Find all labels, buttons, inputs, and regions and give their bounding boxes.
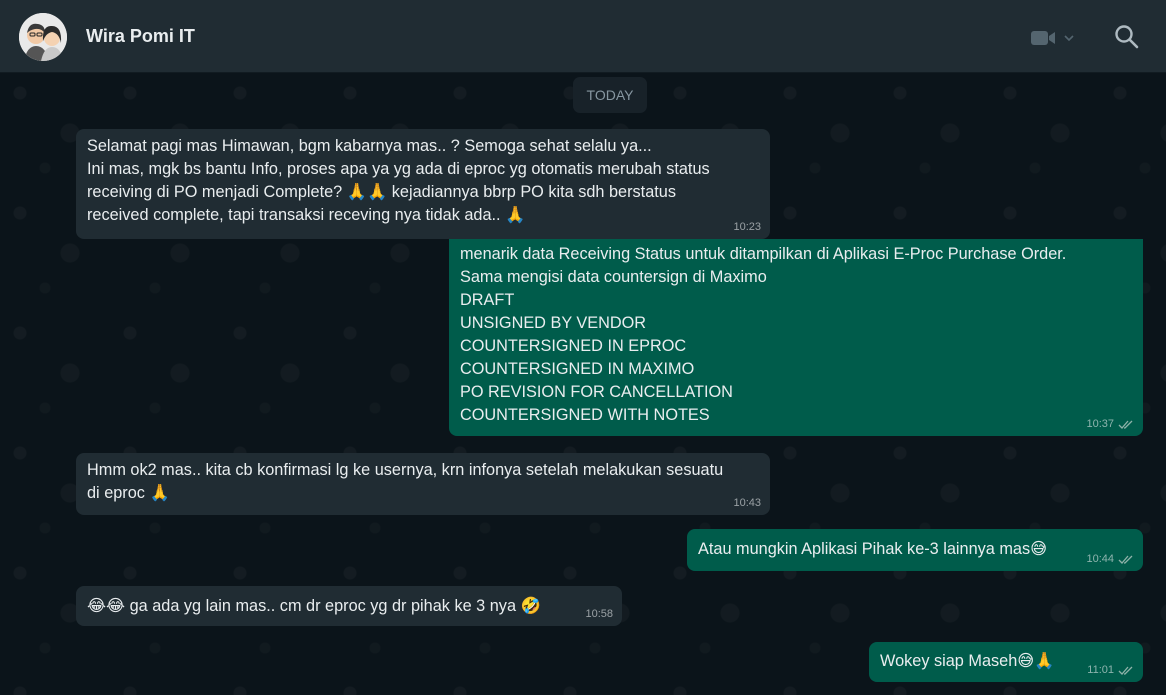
message-text-line: COUNTERSIGNED IN EPROC (460, 337, 687, 355)
message-text-line: di eproc 🙏 (87, 484, 170, 502)
search-icon (1115, 25, 1139, 49)
message-time: 11:01 (1087, 664, 1114, 676)
double-check-icon (1118, 555, 1133, 564)
message-meta: 10:58 (585, 607, 613, 621)
message-meta: 10:37 (1086, 417, 1134, 431)
message-meta: 11:01 (1087, 663, 1134, 677)
message-meta: 10:44 (1086, 552, 1134, 566)
outgoing-message[interactable]: Wokey siap Maseh😅🙏 11:01 (869, 642, 1143, 682)
message-time: 10:58 (585, 608, 613, 620)
message-text-line: received complete, tapi transaksi recevi… (87, 206, 526, 224)
date-chip: TODAY (573, 77, 647, 113)
incoming-message[interactable]: 😂😂 ga ada yg lain mas.. cm dr eproc yg d… (76, 586, 622, 626)
search-button[interactable] (1114, 24, 1140, 50)
message-text-line: Hmm ok2 mas.. kita cb konfirmasi lg ke u… (87, 461, 724, 479)
incoming-message[interactable]: Selamat pagi mas Himawan, bgm kabarnya m… (76, 129, 770, 239)
contact-name[interactable]: Wira Pomi IT (86, 26, 195, 47)
video-camera-icon (1031, 31, 1055, 45)
contact-avatar[interactable] (19, 13, 67, 61)
message-text-line: 😂😂 ga ada yg lain mas.. cm dr eproc yg d… (87, 597, 541, 615)
video-call-button[interactable] (1030, 26, 1080, 50)
message-time: 10:43 (733, 497, 761, 509)
chat-panel[interactable]: TODAY Selamat pagi mas Himawan, bgm kaba… (0, 73, 1166, 695)
message-time: 10:44 (1086, 553, 1114, 565)
message-meta: 10:23 (733, 220, 761, 234)
message-text-line: DRAFT (460, 291, 515, 309)
message-text-line: Atau mungkin Aplikasi Pihak ke-3 lainnya… (698, 540, 1048, 558)
message-text-line: COUNTERSIGNED IN MAXIMO (460, 360, 695, 378)
message-text-line: Sama mengisi data countersign di Maximo (460, 268, 767, 286)
message-text-line: COUNTERSIGNED WITH NOTES (460, 406, 710, 424)
double-check-icon (1118, 420, 1133, 429)
message-meta: 10:43 (733, 496, 761, 510)
message-text-line: receiving di PO menjadi Complete? 🙏🙏 kej… (87, 183, 676, 201)
message-text-line: UNSIGNED BY VENDOR (460, 314, 647, 332)
message-text-line: Selamat pagi mas Himawan, bgm kabarnya m… (87, 137, 652, 155)
double-check-icon (1118, 666, 1133, 675)
chat-header: Wira Pomi IT (0, 0, 1166, 73)
message-text-line: menarik data Receiving Status untuk dita… (460, 245, 1067, 263)
message-text-line: PO REVISION FOR CANCELLATION (460, 383, 733, 401)
message-text-line: Wokey siap Maseh😅🙏 (880, 652, 1055, 670)
message-text-line: Ini mas, mgk bs bantu Info, proses apa y… (87, 160, 710, 178)
chevron-down-icon (1064, 35, 1074, 42)
outgoing-message[interactable]: menarik data Receiving Status untuk dita… (449, 239, 1143, 436)
message-time: 10:37 (1086, 418, 1114, 430)
message-time: 10:23 (733, 221, 761, 233)
outgoing-message[interactable]: Atau mungkin Aplikasi Pihak ke-3 lainnya… (687, 529, 1143, 571)
incoming-message[interactable]: Hmm ok2 mas.. kita cb konfirmasi lg ke u… (76, 453, 770, 515)
